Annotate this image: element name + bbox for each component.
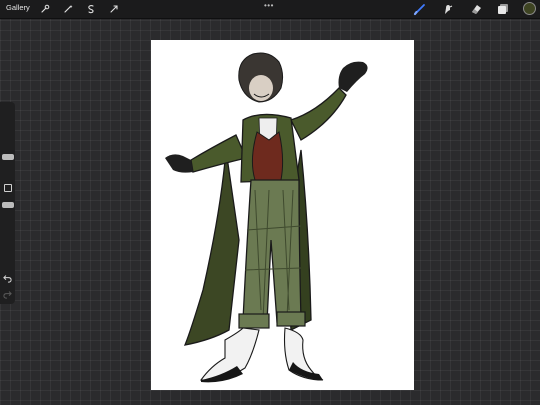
more-options-icon[interactable]: ••• bbox=[264, 1, 274, 10]
selection-icon[interactable] bbox=[85, 3, 97, 15]
character-illustration bbox=[165, 52, 368, 383]
modify-button[interactable] bbox=[4, 184, 12, 192]
color-picker-swatch[interactable] bbox=[523, 2, 536, 15]
opacity-slider[interactable] bbox=[2, 202, 14, 208]
smudge-icon[interactable] bbox=[441, 2, 455, 16]
layers-icon[interactable] bbox=[496, 2, 510, 16]
gallery-button[interactable]: Gallery bbox=[6, 3, 30, 12]
brush-icon[interactable] bbox=[413, 2, 427, 16]
drawing-canvas[interactable] bbox=[151, 40, 414, 390]
sidebar bbox=[0, 102, 15, 304]
transform-icon[interactable] bbox=[108, 3, 120, 15]
eraser-icon[interactable] bbox=[469, 2, 483, 16]
wrench-icon[interactable] bbox=[39, 3, 51, 15]
top-toolbar: Gallery ••• bbox=[0, 0, 540, 19]
undo-icon[interactable] bbox=[3, 274, 12, 283]
magic-wand-icon[interactable] bbox=[62, 3, 74, 15]
redo-icon[interactable] bbox=[3, 290, 12, 299]
brush-size-slider[interactable] bbox=[2, 154, 14, 160]
